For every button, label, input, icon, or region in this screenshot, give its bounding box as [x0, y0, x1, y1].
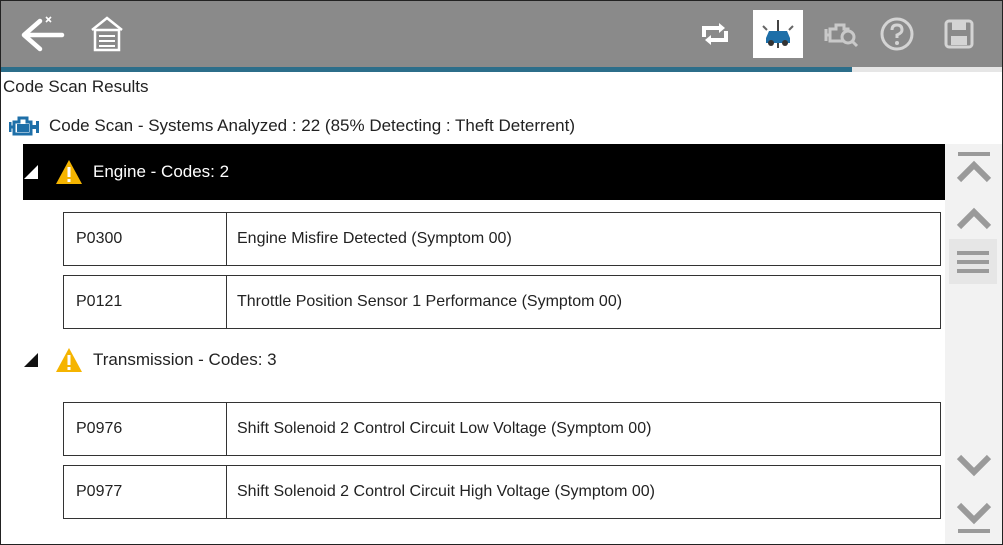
page-title: Code Scan Results	[3, 77, 149, 96]
dtc-code: P0976	[64, 403, 227, 455]
dtc-description: Throttle Position Sensor 1 Performance (…	[237, 293, 623, 310]
sync-icon[interactable]	[693, 9, 737, 59]
warning-icon	[56, 160, 82, 184]
code-row[interactable]: P0121 Throttle Position Sensor 1 Perform…	[63, 275, 941, 329]
save-icon[interactable]	[935, 9, 983, 59]
engine-search-icon[interactable]	[819, 9, 865, 59]
engine-icon	[9, 116, 39, 136]
dtc-description: Shift Solenoid 2 Control Circuit Low Vol…	[237, 420, 652, 437]
scroll-to-top-icon[interactable]	[951, 148, 997, 188]
vehicle-scan-icon[interactable]	[753, 10, 803, 58]
warning-icon	[56, 348, 82, 372]
grip-icon	[957, 250, 989, 273]
help-icon[interactable]	[873, 9, 921, 59]
dtc-description: Engine Misfire Detected (Symptom 00)	[237, 230, 512, 247]
group-label: Transmission - Codes: 3	[93, 350, 277, 369]
code-row[interactable]: P0300 Engine Misfire Detected (Symptom 0…	[63, 212, 941, 266]
code-row[interactable]: P0977 Shift Solenoid 2 Control Circuit H…	[63, 465, 941, 519]
group-label: Engine - Codes: 2	[93, 162, 230, 181]
toolbar	[1, 1, 1002, 67]
app-window: Code Scan Results Code Scan - Systems An…	[0, 0, 1003, 545]
scan-progress-bar	[1, 67, 1002, 72]
collapse-triangle-icon[interactable]	[23, 352, 39, 368]
dtc-code: P0300	[64, 213, 227, 265]
group-header-transmission[interactable]: Transmission - Codes: 3	[23, 332, 945, 388]
dtc-code: P0121	[64, 276, 227, 328]
back-icon[interactable]	[15, 9, 71, 59]
scan-summary: Code Scan - Systems Analyzed : 22 (85% D…	[9, 112, 575, 140]
scroll-to-bottom-icon[interactable]	[951, 497, 997, 537]
scrollbar[interactable]	[945, 144, 1002, 544]
scroll-up-icon[interactable]	[951, 202, 997, 232]
collapse-triangle-icon[interactable]	[23, 164, 39, 180]
home-icon[interactable]	[83, 9, 131, 59]
dtc-description: Shift Solenoid 2 Control Circuit High Vo…	[237, 483, 655, 500]
scroll-thumb[interactable]	[949, 239, 997, 284]
code-row[interactable]: P0976 Shift Solenoid 2 Control Circuit L…	[63, 402, 941, 456]
scan-summary-text: Code Scan - Systems Analyzed : 22 (85% D…	[49, 116, 575, 135]
scan-progress-fill	[1, 67, 852, 72]
dtc-code: P0977	[64, 466, 227, 518]
group-header-engine[interactable]: Engine - Codes: 2	[23, 144, 945, 200]
scroll-down-icon[interactable]	[951, 452, 997, 482]
